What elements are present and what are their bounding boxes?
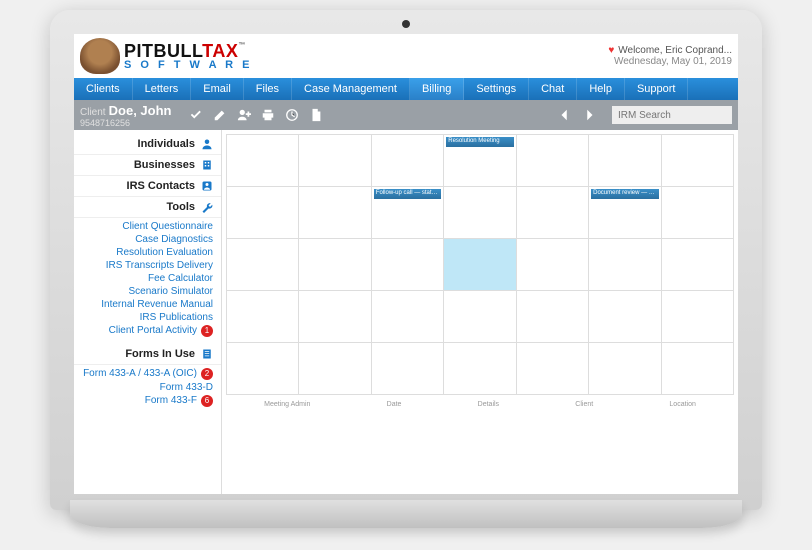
client-name: Doe, John	[109, 103, 172, 118]
check-icon[interactable]	[189, 108, 203, 122]
badge: 6	[201, 395, 213, 407]
forms-links: Form 433-A / 433-A (OIC)2Form 433-DForm …	[74, 365, 221, 414]
irm-search-input[interactable]	[612, 106, 732, 124]
badge: 1	[201, 325, 213, 337]
tools-link[interactable]: Fee Calculator	[74, 272, 221, 285]
welcome-text: Welcome, Eric Coprand...	[618, 45, 732, 56]
camera-dot	[402, 20, 410, 28]
tools-link[interactable]: Case Diagnostics	[74, 233, 221, 246]
badge: 2	[201, 368, 213, 380]
content: Resolution Meeting Follow-up call — stat…	[222, 130, 738, 494]
tools-link[interactable]: IRS Publications	[74, 311, 221, 324]
client-bar: Client Doe, John 9548716256	[74, 100, 738, 130]
sidebar-businesses[interactable]: Businesses	[74, 155, 221, 176]
clock-icon[interactable]	[285, 108, 299, 122]
laptop-base	[70, 500, 742, 528]
footer-label: Client	[575, 401, 593, 408]
calendar-event[interactable]: Document review — send update	[591, 189, 658, 199]
calendar-grid[interactable]: Resolution Meeting Follow-up call — stat…	[226, 134, 734, 395]
nav-email[interactable]: Email	[191, 78, 244, 100]
nav-chat[interactable]: Chat	[529, 78, 577, 100]
nav-billing[interactable]: Billing	[410, 78, 464, 100]
client-toolbar	[189, 108, 323, 122]
print-icon[interactable]	[261, 108, 275, 122]
brand-sub: S O F T W A R E	[124, 60, 253, 71]
sidebar-tools[interactable]: Tools	[74, 197, 221, 218]
next-icon[interactable]	[582, 108, 596, 122]
brand-tax: TAX	[202, 41, 238, 61]
main-nav: Clients Letters Email Files Case Managem…	[74, 78, 738, 100]
nav-casemgmt[interactable]: Case Management	[292, 78, 410, 100]
nav-settings[interactable]: Settings	[464, 78, 529, 100]
sidebar-businesses-label: Businesses	[134, 159, 195, 171]
nav-letters[interactable]: Letters	[133, 78, 192, 100]
footer-label: Meeting Admin	[264, 401, 310, 408]
logo-icon	[80, 38, 120, 74]
nav-help[interactable]: Help	[577, 78, 625, 100]
laptop-frame: PITBULLTAX™ S O F T W A R E ♥ Welcome, Er…	[50, 10, 762, 510]
add-user-icon[interactable]	[237, 108, 251, 122]
main: Individuals Businesses IRS Contacts Tool…	[74, 130, 738, 494]
sidebar-formsinuse[interactable]: Forms In Use	[74, 344, 221, 365]
calendar-today[interactable]	[444, 239, 516, 291]
forms-icon	[201, 348, 213, 360]
sidebar-individuals[interactable]: Individuals	[74, 134, 221, 155]
tools-link[interactable]: IRS Transcripts Delivery	[74, 259, 221, 272]
building-icon	[201, 159, 213, 171]
nav-clients[interactable]: Clients	[74, 78, 133, 100]
sidebar-formsinuse-label: Forms In Use	[125, 348, 195, 360]
welcome-block: ♥ Welcome, Eric Coprand... Wednesday, May…	[608, 45, 732, 67]
form-link[interactable]: Form 433-A / 433-A (OIC)2	[74, 367, 221, 381]
calendar-footer: Meeting Admin Date Details Client Location	[226, 395, 734, 414]
form-link[interactable]: Form 433-D	[74, 381, 221, 394]
calendar-event[interactable]: Resolution Meeting	[446, 137, 513, 147]
sidebar-irscontacts-label: IRS Contacts	[127, 180, 195, 192]
nav-files[interactable]: Files	[244, 78, 292, 100]
tools-link[interactable]: Resolution Evaluation	[74, 246, 221, 259]
tools-link[interactable]: Client Portal Activity1	[74, 324, 221, 338]
sidebar-tools-label: Tools	[166, 201, 195, 213]
client-id: 9548716256	[80, 118, 171, 128]
brand-tm: ™	[238, 42, 246, 49]
welcome-date: Wednesday, May 01, 2019	[608, 56, 732, 67]
sidebar-irscontacts[interactable]: IRS Contacts	[74, 176, 221, 197]
form-link[interactable]: Form 433-F6	[74, 394, 221, 408]
tools-links: Client QuestionnaireCase DiagnosticsReso…	[74, 218, 221, 344]
prev-icon[interactable]	[558, 108, 572, 122]
footer-label: Date	[387, 401, 402, 408]
client-label: Client	[80, 107, 106, 118]
heart-icon: ♥	[608, 45, 614, 56]
sidebar: Individuals Businesses IRS Contacts Tool…	[74, 130, 222, 494]
doc-icon[interactable]	[309, 108, 323, 122]
nav-support[interactable]: Support	[625, 78, 689, 100]
tools-link[interactable]: Scenario Simulator	[74, 285, 221, 298]
person-icon	[201, 138, 213, 150]
logo-text: PITBULLTAX™ S O F T W A R E	[124, 42, 253, 71]
tools-link[interactable]: Client Questionnaire	[74, 220, 221, 233]
footer-label: Location	[669, 401, 695, 408]
calendar-event[interactable]: Follow-up call — status review	[374, 189, 441, 199]
contact-icon	[201, 180, 213, 192]
app-screen: PITBULLTAX™ S O F T W A R E ♥ Welcome, Er…	[74, 34, 738, 494]
header: PITBULLTAX™ S O F T W A R E ♥ Welcome, Er…	[74, 34, 738, 78]
wrench-icon	[201, 201, 213, 213]
sidebar-individuals-label: Individuals	[138, 138, 195, 150]
pencil-icon[interactable]	[213, 108, 227, 122]
footer-label: Details	[478, 401, 499, 408]
brand-pitbull: PITBULL	[124, 41, 202, 61]
tools-link[interactable]: Internal Revenue Manual	[74, 298, 221, 311]
logo: PITBULLTAX™ S O F T W A R E	[80, 38, 253, 74]
